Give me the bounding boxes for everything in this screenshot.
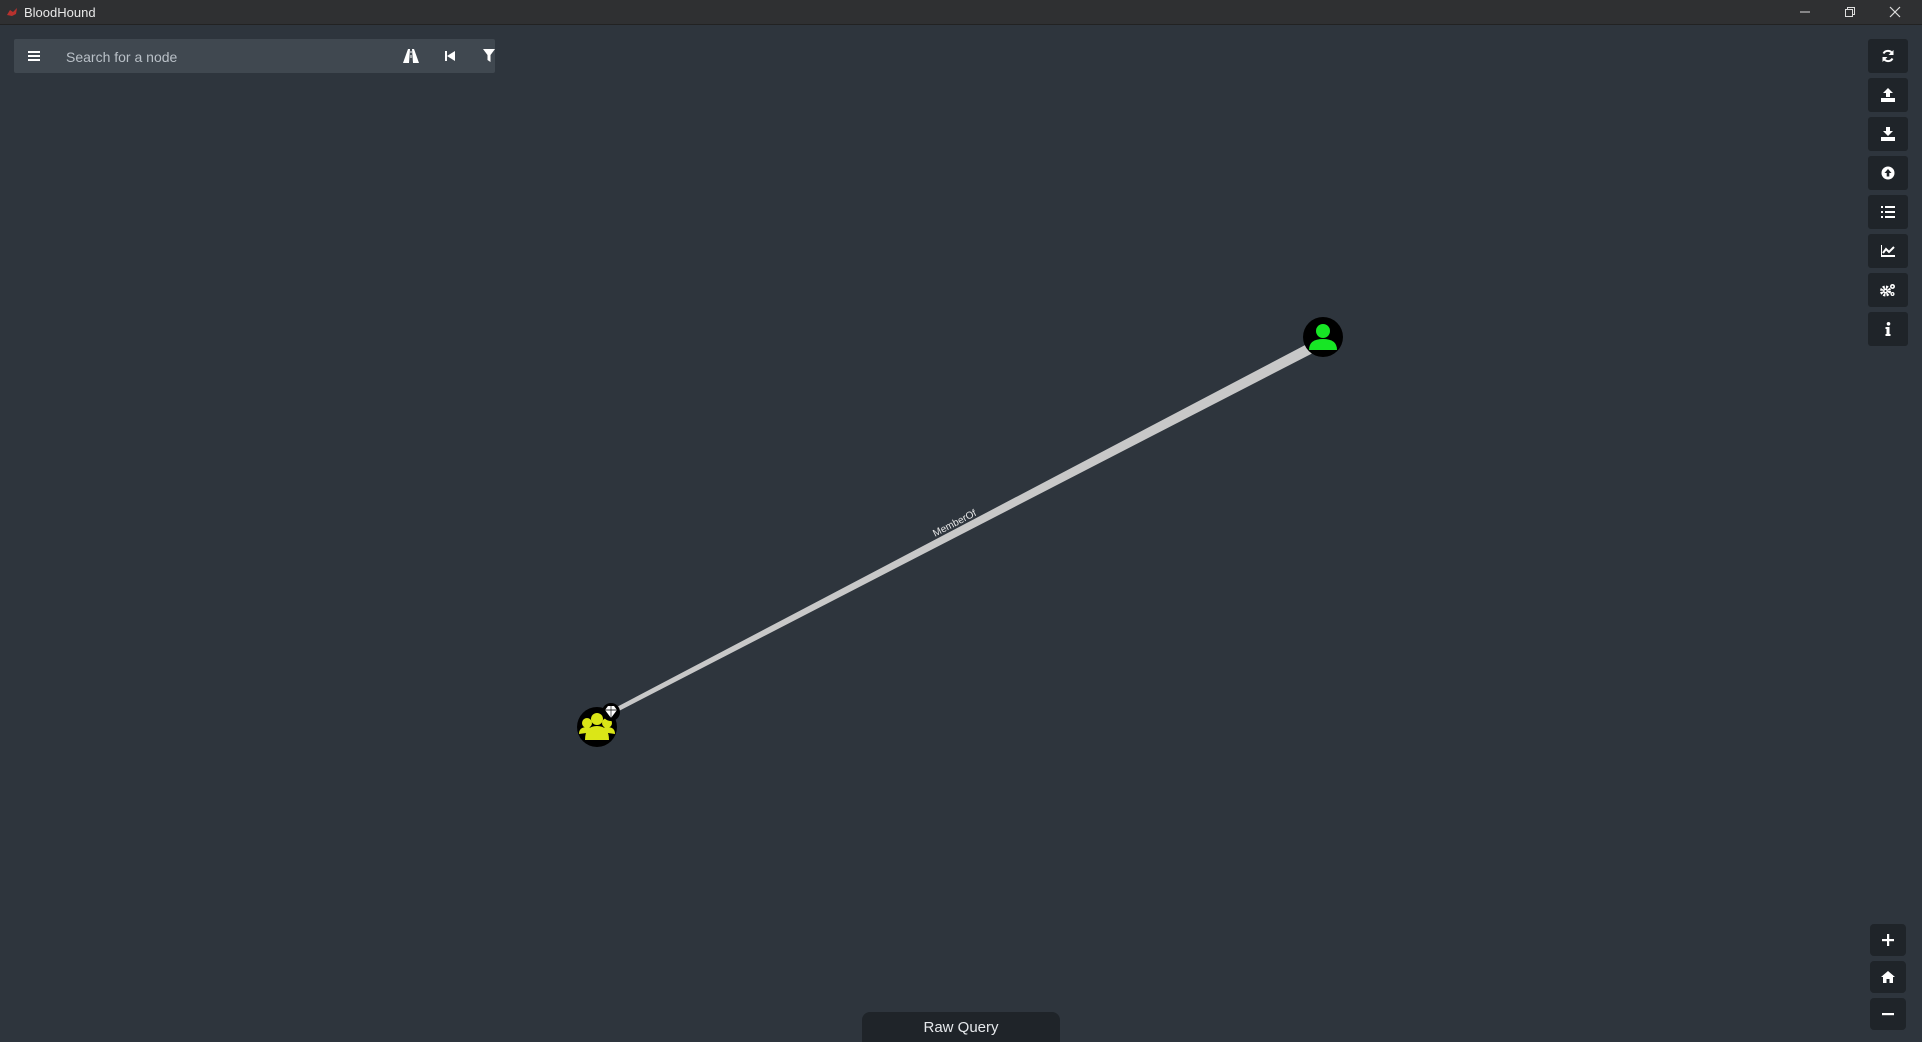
line-chart-icon [1881,245,1895,257]
user-node[interactable] [1303,317,1343,357]
refresh-icon [1882,49,1894,63]
group-node[interactable] [577,703,620,747]
user-icon [1316,324,1330,338]
about-button[interactable] [1868,312,1908,346]
zoom-in-button[interactable] [1870,924,1906,956]
info-icon [1885,322,1891,336]
minimize-button[interactable] [1782,0,1828,24]
bloodhound-logo-icon [7,8,17,16]
raw-query-label: Raw Query [923,1018,999,1036]
restore-icon [1845,7,1855,17]
refresh-button[interactable] [1868,39,1908,73]
restore-button[interactable] [1827,0,1873,24]
bloodhound-window: BloodHound MemberOf Search for a node Ra… [0,0,1922,1042]
filter-button[interactable] [471,39,507,73]
filter-icon [483,49,495,62]
arrow-circle-up-icon [1881,166,1895,180]
search-bar [14,39,495,73]
upload-data-button[interactable] [1868,156,1908,190]
plus-icon [1882,934,1894,946]
step-backward-icon [445,51,455,61]
home-button[interactable] [1870,961,1906,993]
back-button[interactable] [432,39,468,73]
graph-canvas[interactable]: MemberOf [0,24,1922,1042]
minimize-icon [1800,11,1810,13]
raw-query-toggle[interactable]: Raw Query [862,1012,1060,1042]
upload-icon [1881,88,1895,102]
minus-icon [1882,1013,1894,1016]
home-icon [1881,971,1895,983]
zoom-out-button[interactable] [1870,998,1906,1030]
edge-memberof[interactable]: MemberOf [613,343,1313,713]
window-title: BloodHound [24,5,96,20]
hamburger-menu-icon [28,51,40,61]
export-graph-button[interactable] [1868,78,1908,112]
settings-button[interactable] [1868,273,1908,307]
title-bar: BloodHound [0,0,1922,25]
download-icon [1881,127,1895,141]
close-icon [1889,6,1901,18]
edge-line[interactable] [613,343,1313,713]
close-button[interactable] [1872,0,1918,24]
database-info-button[interactable] [1868,234,1908,268]
cogs-icon [1880,284,1895,297]
pathfinding-button[interactable] [393,39,429,73]
search-input[interactable] [64,46,378,68]
import-graph-button[interactable] [1868,117,1908,151]
list-icon [1881,206,1895,218]
queries-button[interactable] [1868,195,1908,229]
menu-button[interactable] [14,39,54,73]
road-icon [403,49,419,63]
high-value-gem-icon [602,703,620,721]
